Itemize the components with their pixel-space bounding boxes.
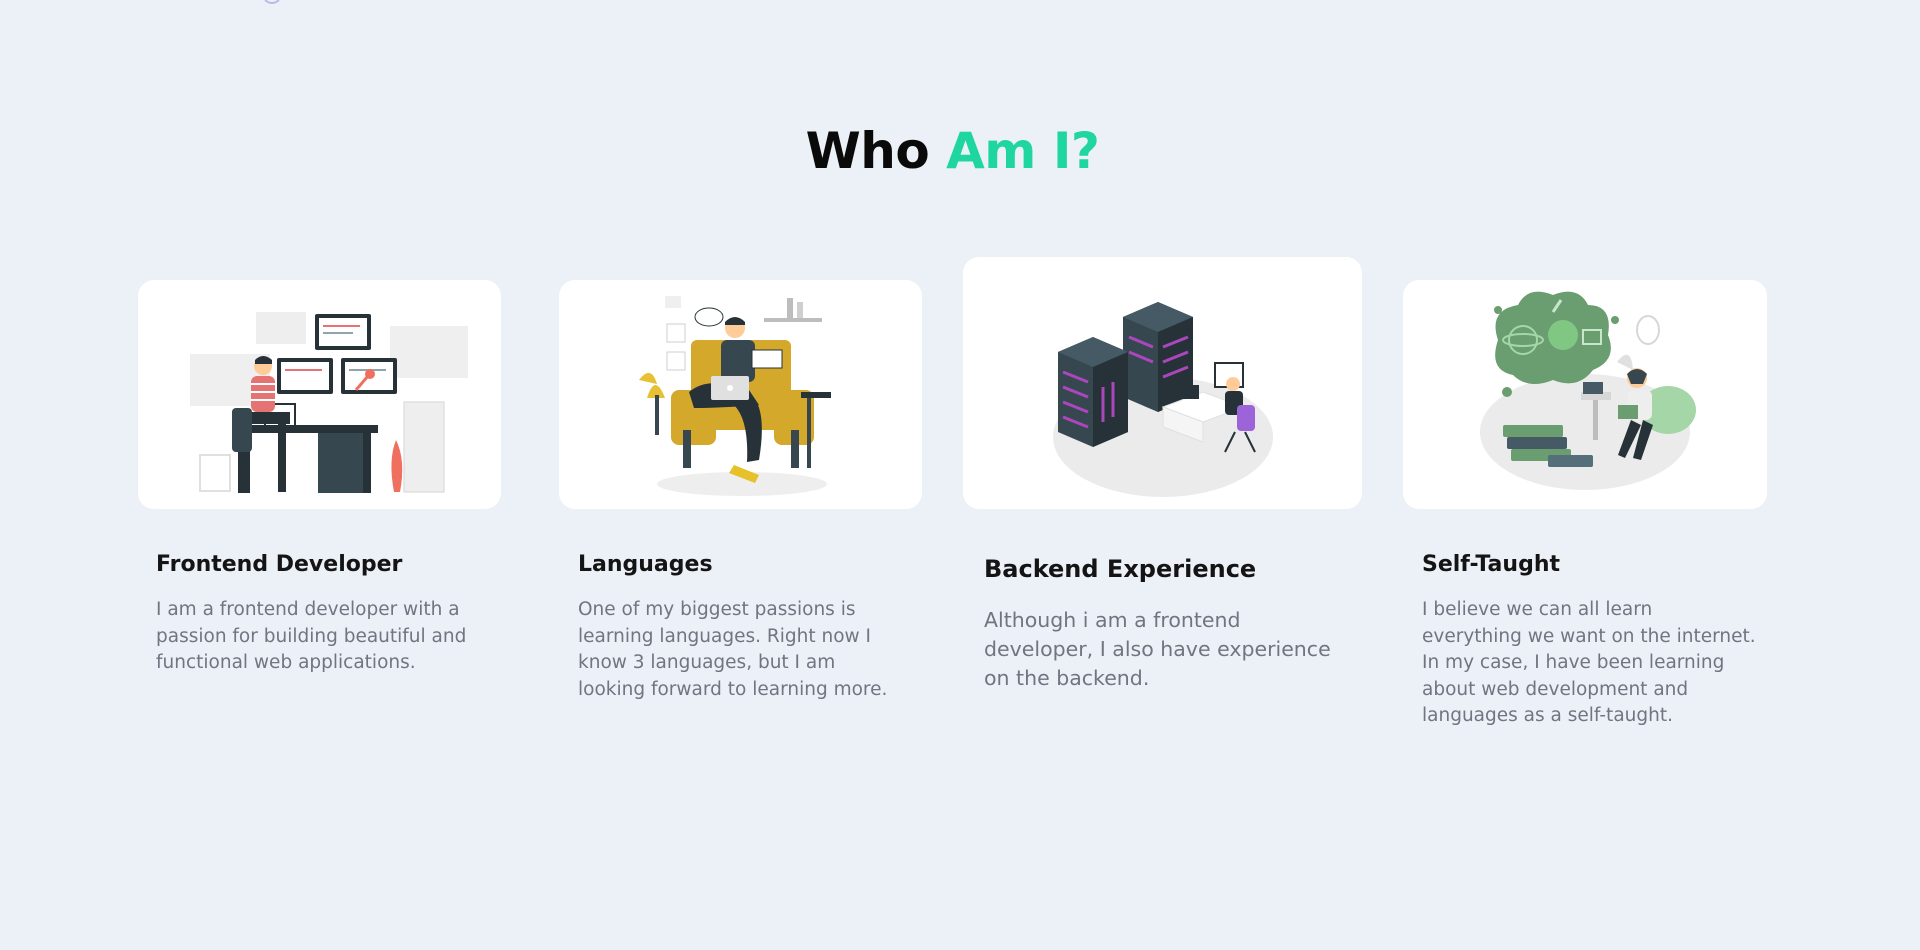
self-learning-illustration — [1480, 291, 1696, 490]
frontend-card-image — [138, 280, 501, 509]
server-racks-illustration — [1053, 302, 1273, 497]
languages-card-image — [559, 280, 922, 509]
self-taught-card-description: I believe we can all learn everything we… — [1422, 599, 1756, 726]
frontend-card-title: Frontend Developer — [156, 552, 403, 577]
person-with-laptop-illustration — [639, 296, 831, 496]
backend-card-image — [963, 257, 1362, 509]
title-accent: Am I? — [946, 122, 1100, 180]
self-taught-card-image — [1403, 280, 1767, 509]
developer-at-desk-illustration — [190, 312, 468, 493]
languages-card-description: One of my biggest passions is learning l… — [578, 599, 888, 700]
backend-card-description: Although i am a frontend developer, I al… — [984, 608, 1331, 690]
scroll-indicator-icon — [264, 0, 280, 4]
title-word: Who — [805, 122, 930, 180]
languages-card-title: Languages — [578, 552, 713, 577]
self-taught-card-title: Self-Taught — [1422, 552, 1560, 577]
section-title: Who Am I? — [0, 122, 1905, 180]
frontend-card-description: I am a frontend developer with a passion… — [156, 599, 467, 673]
backend-card-title: Backend Experience — [984, 555, 1257, 583]
